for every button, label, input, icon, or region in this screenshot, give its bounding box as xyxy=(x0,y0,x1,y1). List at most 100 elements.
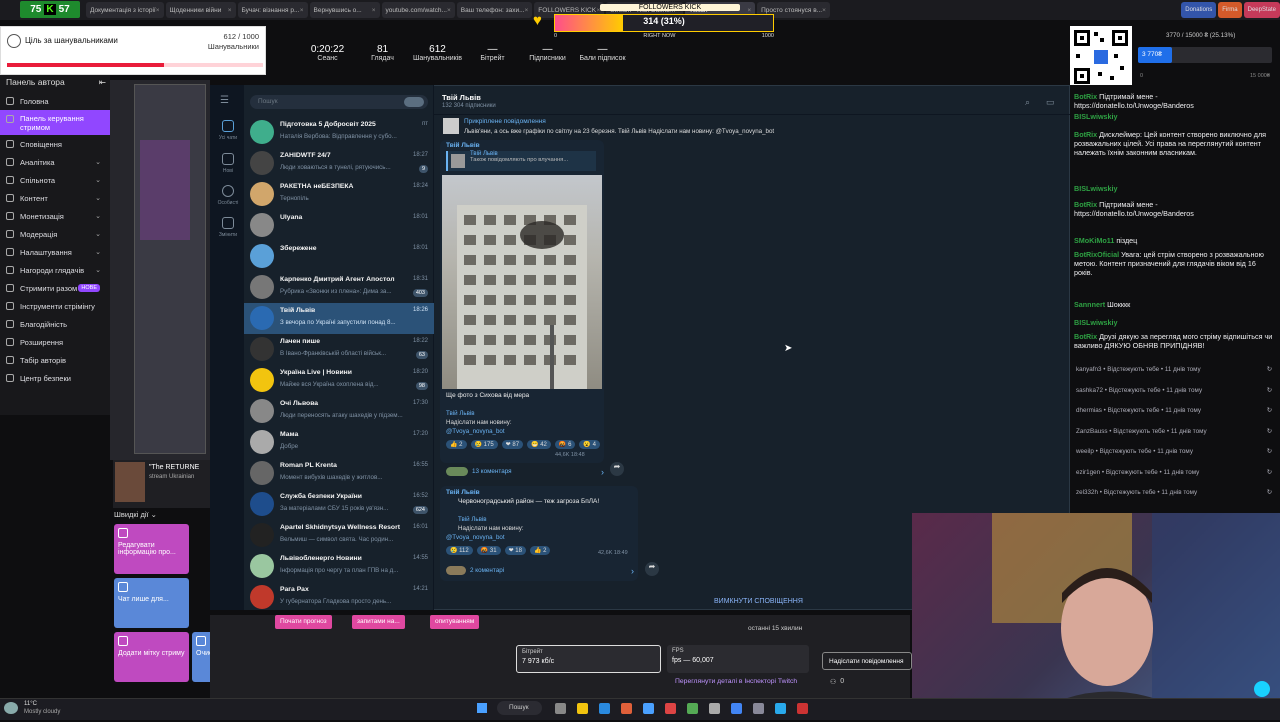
sidebar-toggle-icon[interactable]: ▭ xyxy=(1046,97,1055,108)
post1-reply[interactable]: Твій Львів Також повідомляють про влучан… xyxy=(446,151,596,171)
new-chats-icon[interactable] xyxy=(222,153,234,165)
chat-list-item[interactable]: Львівобленерго Новини Інформація про черг… xyxy=(244,551,434,582)
sidebar-item[interactable]: Інструменти стрімінгу xyxy=(0,297,110,315)
reaction-chip[interactable]: 👍 2 xyxy=(446,440,467,449)
chat-username[interactable]: BotRix xyxy=(1074,200,1097,209)
post1-comments[interactable]: 13 коментаря › xyxy=(446,465,604,478)
fps-card[interactable]: FPS fps — 60,007 xyxy=(667,645,809,673)
close-icon[interactable]: × xyxy=(300,7,304,14)
refresh-icon[interactable]: ↻ xyxy=(1267,387,1272,394)
taskbar-app-icon[interactable] xyxy=(731,703,742,714)
taskbar-app-icon[interactable] xyxy=(665,703,676,714)
bitrate-card[interactable]: Бітрейт 7 973 кб/с xyxy=(516,645,661,673)
sidebar-item[interactable]: Центр безпеки xyxy=(0,369,110,387)
quick-pill[interactable]: опитуванням xyxy=(430,615,480,629)
taskbar-app-icon[interactable] xyxy=(753,703,764,714)
sidebar-item[interactable]: Налаштування ⌄ xyxy=(0,243,110,261)
menu-icon[interactable]: ☰ xyxy=(220,95,229,106)
search-toggle[interactable] xyxy=(404,97,424,107)
taskbar-search[interactable]: Пошук xyxy=(497,701,542,715)
post2-comments[interactable]: 2 коментарі › xyxy=(446,564,634,577)
chat-list-item[interactable]: Підготовка 5 Добросвіт 2025 Наталія Вербо… xyxy=(244,117,434,148)
chat-list-item[interactable]: Мама Добре 17:20 xyxy=(244,427,434,458)
chat-list-item[interactable]: Apartel Skhidnytsya Wellness Resort Вельм… xyxy=(244,520,434,551)
chat-username[interactable]: BISLwiwskiy xyxy=(1074,184,1118,193)
sidebar-item[interactable]: Модерація ⌄ xyxy=(0,225,110,243)
collapse-icon[interactable]: ⇤ xyxy=(99,77,106,88)
chat-username[interactable]: BISLwiwskiy xyxy=(1074,112,1118,121)
chat-list-item[interactable]: Очі Львова Люди переносять атаку шахедів … xyxy=(244,396,434,427)
reaction-chip[interactable]: 😁 42 xyxy=(527,440,551,449)
windows-start-icon[interactable] xyxy=(477,703,487,713)
chat-username[interactable]: Sannnert xyxy=(1074,300,1105,309)
reaction-chip[interactable]: 😢 112 xyxy=(446,546,473,555)
browser-tab[interactable]: youtube.com/watch... × xyxy=(381,2,455,18)
disable-notifications-button[interactable]: ВИМКНУТИ СПОВІЩЕННЯ xyxy=(714,598,803,605)
chat-list-item[interactable]: Збережене 18:01 xyxy=(244,241,434,272)
quick-pill[interactable]: запитами на... xyxy=(352,615,405,629)
browser-tab[interactable]: Щоденники війни × xyxy=(165,2,236,18)
close-icon[interactable]: × xyxy=(747,7,751,14)
browser-tab[interactable]: Документація з історії × xyxy=(86,2,164,18)
chat-list-item[interactable]: Лачен пише В Івано-Франківській області в… xyxy=(244,334,434,365)
sidebar-item[interactable]: Головна xyxy=(0,92,110,110)
reaction-chip[interactable]: 🤬 31 xyxy=(476,546,501,555)
chat-list-item[interactable]: Служба безпеки України За матеріалами СБУ… xyxy=(244,489,434,520)
close-icon[interactable]: × xyxy=(525,7,529,14)
post2-bot-link[interactable]: @Tvoya_novyna_bot xyxy=(446,534,505,541)
chat-list-item[interactable]: РАКЕТНА неБЕЗПЕКА Тернопіль 18:24 xyxy=(244,179,434,210)
refresh-icon[interactable]: ↻ xyxy=(1267,489,1272,496)
chat-list-item[interactable]: ZAHIDWTF 24/7 Люди ховаються в тунелі, ря… xyxy=(244,148,434,179)
refresh-icon[interactable]: ↻ xyxy=(1267,407,1272,414)
reaction-chip[interactable]: 😢 175 xyxy=(470,440,498,449)
close-icon[interactable]: × xyxy=(228,7,232,14)
reaction-chip[interactable]: 🤬 6 xyxy=(554,440,576,449)
quick-pill[interactable]: Почати прогноз xyxy=(275,615,332,629)
chat-username[interactable]: SMoKiMo11 xyxy=(1074,236,1114,245)
inspector-link[interactable]: Переглянути деталі в Інспекторі Twitch xyxy=(675,678,797,685)
sidebar-item[interactable]: Стримити разом НОВЕ xyxy=(0,279,110,297)
sidebar-item[interactable]: Благодійність xyxy=(0,315,110,333)
reaction-chip[interactable]: ❤ 87 xyxy=(501,440,524,449)
refresh-icon[interactable]: ↻ xyxy=(1267,428,1272,435)
chat-username[interactable]: BotRix xyxy=(1074,130,1097,139)
chat-list-item[interactable]: Roman PL Krenta Момент вибухів шахедів у … xyxy=(244,458,434,489)
sidebar-item[interactable]: Табір авторів xyxy=(0,351,110,369)
share-icon[interactable]: ➦ xyxy=(645,562,659,576)
chat-list-item[interactable]: Карпенко Дмитрий Агент Апостол Рубрика «З… xyxy=(244,272,434,303)
chat-username[interactable]: BotRixOficial xyxy=(1074,250,1119,259)
share-icon[interactable]: ➦ xyxy=(610,462,624,476)
browser-tab[interactable]: Вернувшись о... × xyxy=(309,2,380,18)
telegram-search-input[interactable]: Пошук xyxy=(250,95,428,109)
sidebar-item[interactable]: Розширення xyxy=(0,333,110,351)
taskbar-app-icon[interactable] xyxy=(555,703,566,714)
post1-bot-link[interactable]: @Tvoya_novyna_bot xyxy=(446,428,505,435)
chat-list-item[interactable]: Твій Львів З вечора по Україні запустили … xyxy=(244,303,434,334)
sidebar-item[interactable]: Аналітика ⌄ xyxy=(0,153,110,171)
taskbar-app-icon[interactable] xyxy=(621,703,632,714)
weather-icon[interactable] xyxy=(4,702,18,714)
reaction-chip[interactable]: 👍 2 xyxy=(529,546,551,555)
taskbar-app-icon[interactable] xyxy=(775,703,786,714)
sidebar-item[interactable]: Сповіщення xyxy=(0,135,110,153)
search-icon[interactable]: ⌕ xyxy=(1025,97,1030,108)
close-icon[interactable]: × xyxy=(822,7,826,14)
post1-photo[interactable] xyxy=(442,175,602,389)
send-message-button[interactable]: Надіслати повідомлення xyxy=(822,652,912,670)
browser-tab[interactable]: Ваш телефон: захи... × xyxy=(456,2,533,18)
browser-tab[interactable]: Бучач: візнання р... × xyxy=(237,2,308,18)
sidebar-item[interactable]: Панель керування стримом xyxy=(0,110,110,135)
bookmark-tab[interactable]: Donations xyxy=(1181,2,1217,18)
taskbar-app-icon[interactable] xyxy=(709,703,720,714)
quick-action[interactable]: Додати мітку стриму xyxy=(114,632,189,682)
taskbar-app-icon[interactable] xyxy=(577,703,588,714)
chat-list-item[interactable]: Україна Live | Новини Майже вся Україна о… xyxy=(244,365,434,396)
sidebar-item[interactable]: Нагороди глядачів ⌄ xyxy=(0,261,110,279)
pinned-title[interactable]: Прикріплене повідомлення xyxy=(464,118,546,125)
bookmark-tab[interactable]: DeepState xyxy=(1243,2,1280,18)
chat-username[interactable]: BotRix xyxy=(1074,92,1097,101)
refresh-icon[interactable]: ↻ xyxy=(1267,469,1272,476)
edit-folders-icon[interactable] xyxy=(222,217,234,229)
stream-card[interactable]: "The RETURNE stream Ukrainian xyxy=(113,460,210,508)
taskbar-app-icon[interactable] xyxy=(599,703,610,714)
